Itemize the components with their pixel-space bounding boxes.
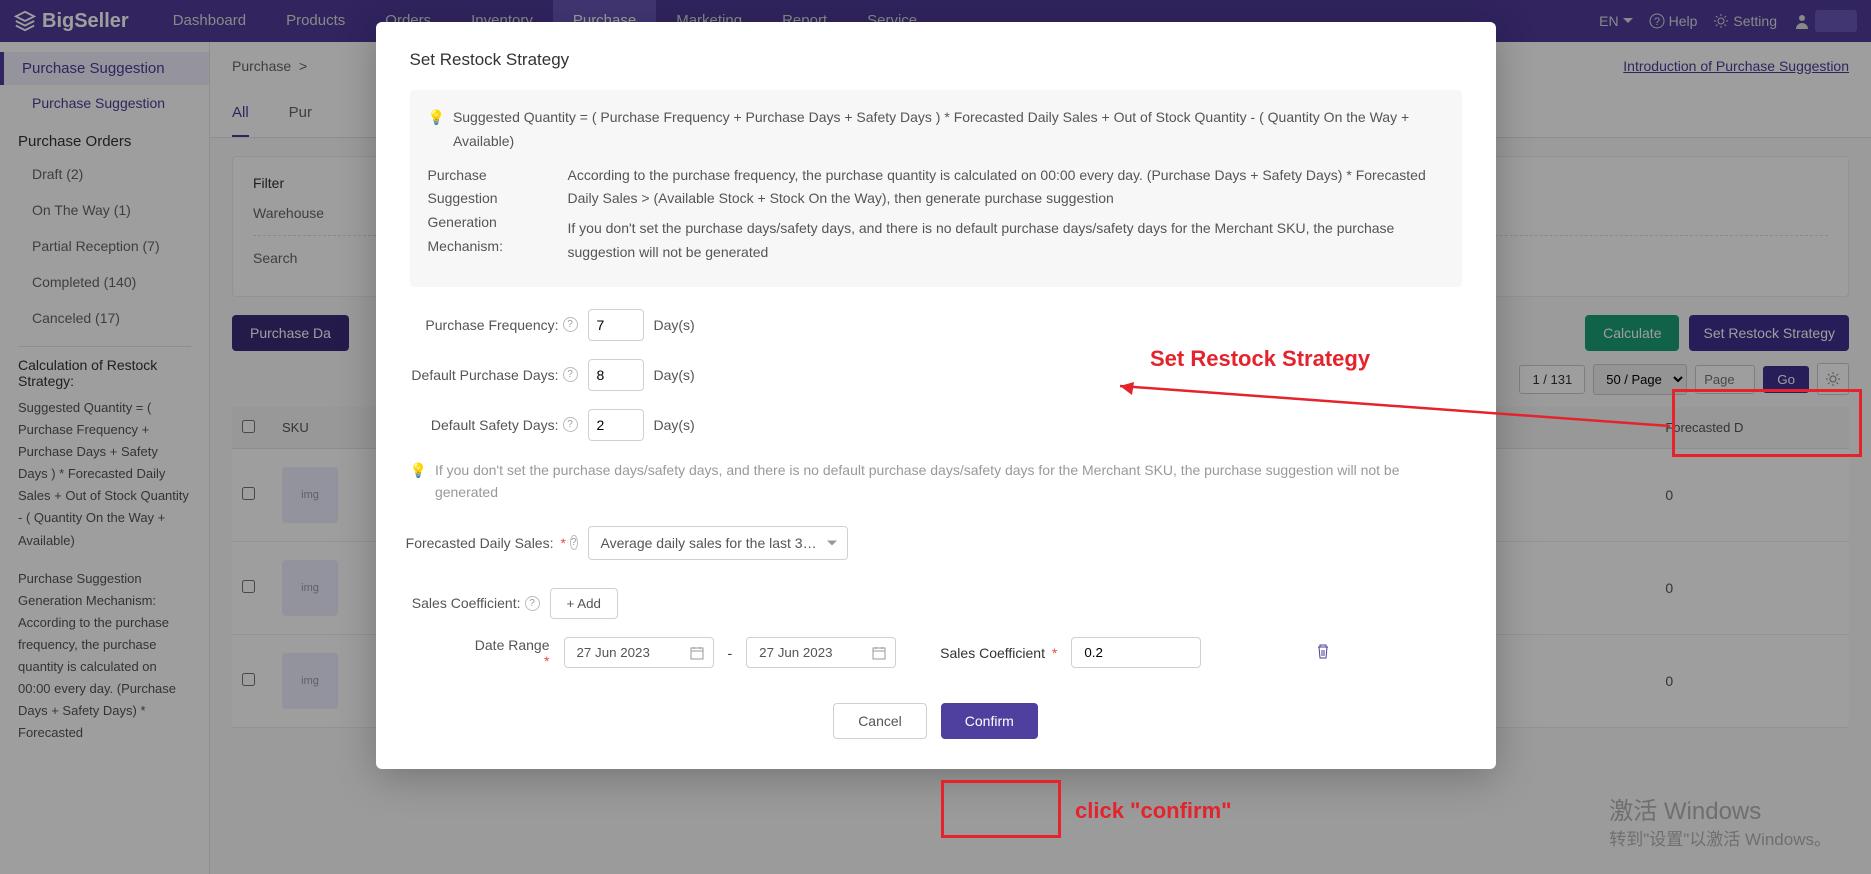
unit-days: Day(s) bbox=[654, 367, 695, 383]
confirm-button[interactable]: Confirm bbox=[941, 703, 1038, 739]
purchase-frequency-label: Purchase Frequency: bbox=[425, 317, 558, 333]
date-range-label: Date Range bbox=[475, 637, 550, 653]
date-separator: - bbox=[728, 645, 733, 661]
default-safety-days-input[interactable] bbox=[588, 409, 644, 441]
mechanism-label: Purchase Suggestion Generation Mechanism… bbox=[428, 164, 538, 271]
purchase-frequency-input[interactable] bbox=[588, 309, 644, 341]
help-icon[interactable]: ? bbox=[525, 596, 540, 611]
help-icon[interactable]: ? bbox=[563, 417, 578, 432]
delete-coefficient-button[interactable] bbox=[1315, 643, 1331, 662]
formula-text: Suggested Quantity = ( Purchase Frequenc… bbox=[453, 106, 1444, 154]
sales-coefficient-label: Sales Coefficient: bbox=[412, 595, 521, 611]
default-purchase-days-label: Default Purchase Days: bbox=[411, 367, 558, 383]
calendar-icon bbox=[690, 646, 704, 660]
sales-coefficient-input[interactable] bbox=[1071, 637, 1201, 668]
unit-days: Day(s) bbox=[654, 317, 695, 333]
help-icon[interactable]: ? bbox=[563, 317, 578, 332]
calendar-icon bbox=[872, 646, 886, 660]
mechanism-text-1: According to the purchase frequency, the… bbox=[568, 164, 1444, 212]
bulb-icon: 💡 bbox=[428, 106, 445, 130]
forecasted-daily-sales-select[interactable]: Average daily sales for the last 3… bbox=[588, 526, 848, 560]
info-box: 💡 Suggested Quantity = ( Purchase Freque… bbox=[410, 90, 1462, 287]
coefficient-row: Date Range * - Sales Coefficient * bbox=[470, 637, 1462, 669]
add-coefficient-button[interactable]: + Add bbox=[550, 588, 618, 619]
help-icon[interactable]: ? bbox=[563, 367, 578, 382]
modal-footer: Cancel Confirm bbox=[410, 703, 1462, 739]
default-purchase-days-input[interactable] bbox=[588, 359, 644, 391]
hint-text: 💡 If you don't set the purchase days/saf… bbox=[410, 459, 1462, 504]
unit-days: Day(s) bbox=[654, 417, 695, 433]
mechanism-text-2: If you don't set the purchase days/safet… bbox=[568, 217, 1444, 265]
cancel-button[interactable]: Cancel bbox=[833, 703, 927, 739]
bulb-icon: 💡 bbox=[410, 459, 427, 504]
help-icon[interactable]: ? bbox=[570, 535, 578, 550]
restock-strategy-modal: Set Restock Strategy 💡 Suggested Quantit… bbox=[376, 22, 1496, 769]
trash-icon bbox=[1315, 643, 1331, 659]
default-safety-days-label: Default Safety Days: bbox=[431, 417, 559, 433]
sales-coefficient-label-2: Sales Coefficient bbox=[940, 645, 1045, 661]
forecasted-daily-sales-label: Forecasted Daily Sales: bbox=[406, 535, 554, 551]
modal-title: Set Restock Strategy bbox=[410, 50, 1462, 70]
